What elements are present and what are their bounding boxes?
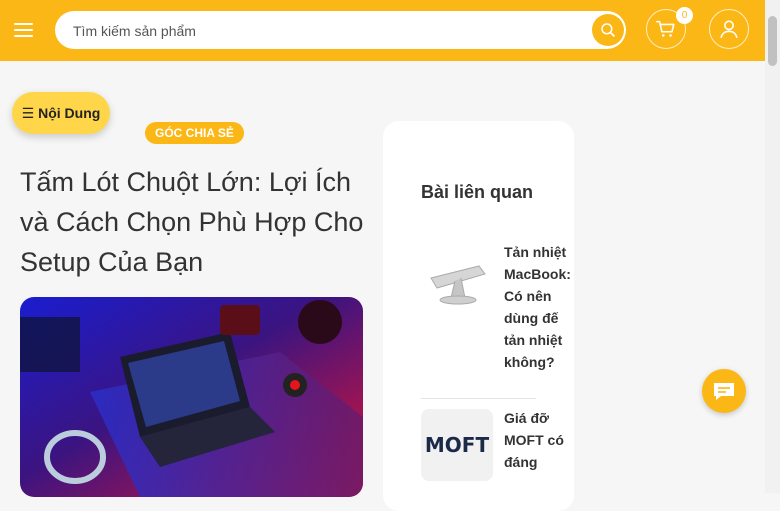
laptop-stand-image <box>421 248 493 320</box>
hamburger-icon <box>14 23 33 25</box>
article-title: Tấm Lót Chuột Lớn: Lợi Ích và Cách Chọn … <box>20 167 364 277</box>
table-of-contents-button[interactable]: ☰ Nội Dung <box>12 92 110 134</box>
search-button[interactable] <box>592 14 624 46</box>
search-input[interactable] <box>71 19 575 43</box>
user-icon <box>720 20 738 39</box>
cart-count-badge: 0 <box>676 7 693 24</box>
article-hero-image <box>20 297 363 497</box>
search-bar <box>55 11 626 49</box>
account-button[interactable] <box>709 9 749 49</box>
related-post-title[interactable]: Tản nhiệt MacBook: Có nên dùng đế tản nh… <box>504 241 574 373</box>
chat-icon <box>714 383 734 400</box>
menu-button[interactable] <box>14 21 36 39</box>
related-post-thumbnail[interactable] <box>421 248 493 320</box>
moft-logo: MOFT <box>424 433 490 457</box>
page-scrollbar[interactable] <box>765 0 780 493</box>
search-icon <box>601 23 615 37</box>
category-badge[interactable]: GÓC CHIA SẺ <box>145 122 244 144</box>
chat-button[interactable] <box>702 369 746 413</box>
related-posts-sidebar: Bài liên quan Tản nhiệt MacBook: Có nên … <box>383 121 574 511</box>
sidebar-title: Bài liên quan <box>421 182 534 202</box>
sidebar-divider <box>421 398 536 399</box>
scrollbar-thumb[interactable] <box>768 16 777 66</box>
related-post-thumbnail[interactable]: MOFT <box>421 409 493 481</box>
cart-icon <box>656 20 675 37</box>
site-header: 0 <box>0 0 765 61</box>
related-post-title[interactable]: Giá đỡ MOFT có đáng <box>504 407 574 473</box>
